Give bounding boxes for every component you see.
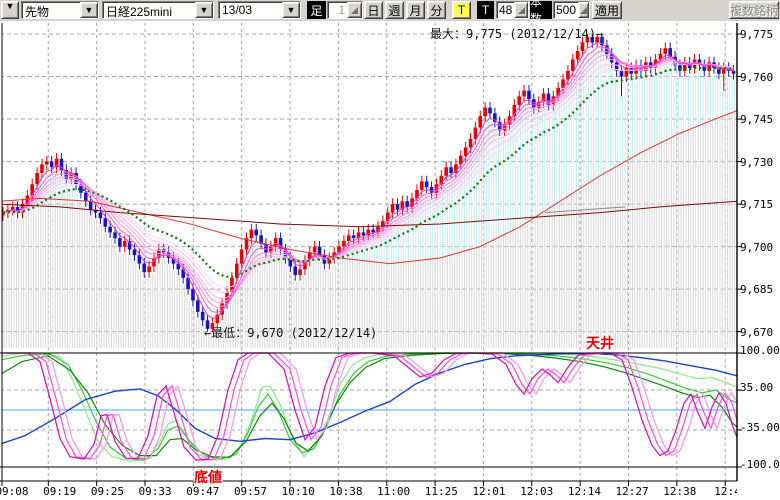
price-axis-label: 9,760: [740, 72, 773, 83]
contract-value: 13/03: [219, 2, 282, 18]
symbol-value: 日経225mini: [103, 2, 195, 18]
time-axis-label: 11:25: [419, 485, 463, 498]
market-value: 先物: [22, 2, 80, 18]
osc-axis-label: -35.00: [740, 422, 780, 433]
time-axis-label: 11:00: [372, 485, 416, 498]
time-axis-label: 10:10: [276, 485, 320, 498]
time-axis-label: 10:38: [324, 485, 368, 498]
time-axis-label: 12:27: [610, 485, 654, 498]
time-axis-label: 09:19: [38, 485, 82, 498]
bar-count-spinner[interactable]: 500: [553, 1, 590, 19]
chevron-down-icon[interactable]: ▼: [282, 2, 300, 18]
osc-axis-label: 100.00: [740, 345, 780, 356]
price-axis-label: 9,775: [740, 29, 773, 40]
period-month-button[interactable]: 月: [406, 1, 425, 19]
time-axis-label: 09:57: [229, 485, 273, 498]
chevron-down-icon[interactable]: ▼: [195, 2, 213, 18]
bar-count-value: 500: [554, 2, 578, 18]
apply-button[interactable]: 適用: [592, 1, 622, 19]
interval-spinner[interactable]: 1: [327, 1, 363, 19]
window-dropdown-button[interactable]: ▼: [1, 1, 19, 19]
time-axis-label: 09:47: [181, 485, 225, 498]
time-axis-label: 12:14: [562, 485, 606, 498]
bar-type-label: 足: [307, 1, 326, 19]
time-axis-label: 12:01: [467, 485, 511, 498]
osc-axis-label: 35.00: [740, 382, 773, 393]
price-axis: 9,775 9,760 9,745 9,730 9,715 9,700 9,685 9,670…: [740, 21, 780, 481]
price-axis-label: 9,685: [740, 284, 773, 295]
period-minute-button[interactable]: 分: [427, 1, 446, 19]
tick-count-value: 48: [497, 2, 514, 18]
interval-value: 1: [328, 2, 347, 18]
tick-label: T: [477, 1, 494, 19]
chart-canvas[interactable]: 最大：9,775 (2012/12/14)→ ←最低：9,670 (2012/1…: [0, 21, 780, 500]
tick-count-spinner[interactable]: 48: [496, 1, 529, 19]
time-axis-label: 09:25: [85, 485, 129, 498]
spin-icon[interactable]: [578, 2, 589, 18]
period-tick-button[interactable]: T: [452, 1, 471, 19]
osc-axis-label: -100.00: [740, 459, 780, 470]
price-axis-label: 9,730: [740, 157, 773, 168]
period-day-button[interactable]: 日: [364, 1, 383, 19]
time-axis-label: 12:4: [706, 485, 738, 498]
price-axis-label: 9,670: [740, 327, 773, 338]
spin-icon[interactable]: [514, 2, 528, 18]
multi-symbol-button: 複数銘柄: [729, 1, 779, 19]
price-axis-label: 9,700: [740, 242, 773, 253]
period-week-button[interactable]: 週: [385, 1, 404, 19]
chevron-down-icon[interactable]: ▼: [80, 2, 98, 18]
price-axis-label: 9,715: [740, 199, 773, 210]
toolbar: ▼ 先物 ▼ 日経225mini ▼ 13/03 ▼ 足 1 日 週 月 分 T…: [0, 0, 780, 22]
chevron-down-icon: ▼: [2, 2, 18, 11]
bar-count-label: 本数: [530, 1, 552, 19]
symbol-combobox[interactable]: 日経225mini ▼: [102, 1, 214, 19]
contract-combobox[interactable]: 13/03 ▼: [218, 1, 301, 19]
time-axis-label: 09:33: [133, 485, 177, 498]
time-axis-label: 09:08: [0, 485, 34, 498]
time-axis: 09:08 09:1909:25 09:33 09:47 09:5710:10 10:38…: [0, 21, 737, 500]
time-axis-label: 12:38: [658, 485, 702, 498]
time-axis-label: 12:03: [515, 485, 559, 498]
spin-icon[interactable]: [347, 2, 362, 18]
market-combobox[interactable]: 先物 ▼: [21, 1, 99, 19]
price-axis-label: 9,745: [740, 114, 773, 125]
chart-window: ▼ 先物 ▼ 日経225mini ▼ 13/03 ▼ 足 1 日 週 月 分 T…: [0, 0, 780, 500]
